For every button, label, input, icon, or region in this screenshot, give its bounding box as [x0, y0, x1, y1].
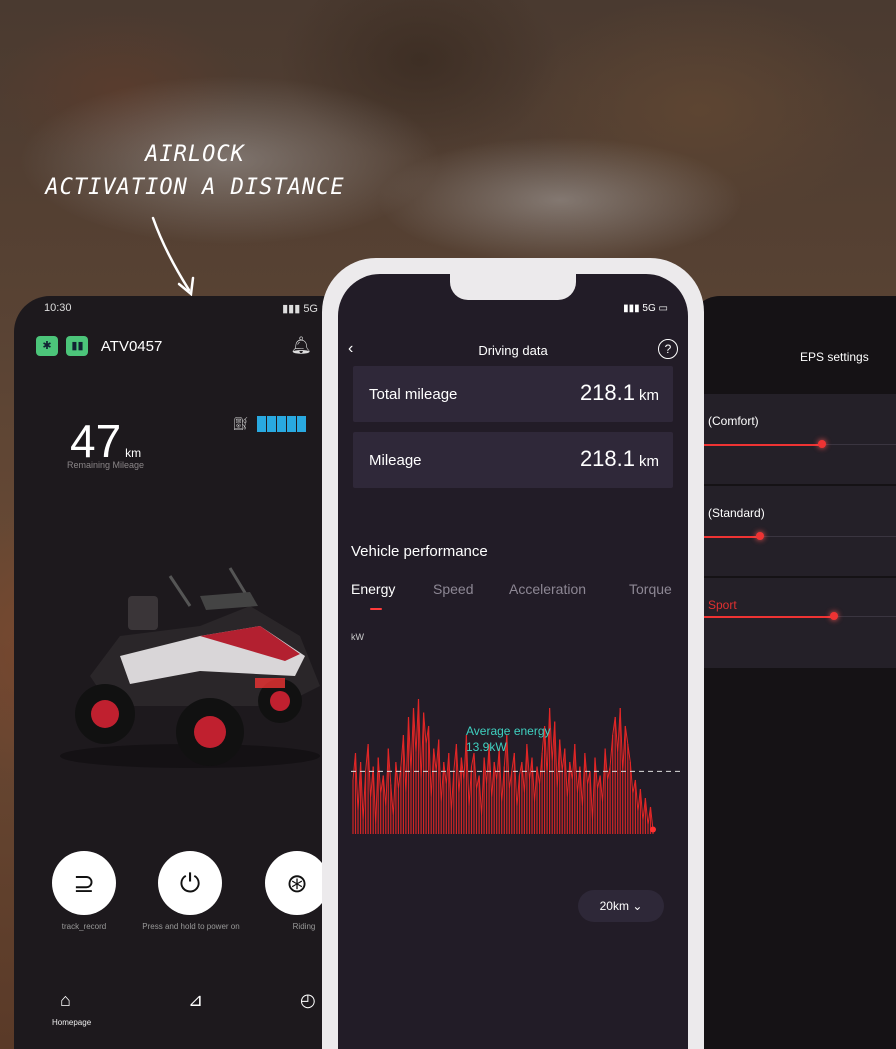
- nav-home-label: Homepage: [52, 1018, 92, 1027]
- average-energy-value: 13.9kW: [466, 740, 507, 754]
- remaining-label: Remaining Mileage: [67, 460, 145, 470]
- average-energy-label: Average energy 13.9kW: [466, 723, 551, 755]
- comfort-slider-handle[interactable]: [818, 440, 827, 448]
- battery-indicator: ⛽︎: [232, 416, 307, 437]
- nav-gauge-button[interactable]: ◴: [300, 990, 316, 1011]
- eps-title: EPS settings: [800, 350, 869, 364]
- home-icon: ⌂: [60, 990, 71, 1010]
- left-phone: 10:30 ▮▮▮ 5G ✱ ▮▮ ATV0457 🔔︎ 47 km Remain…: [14, 296, 328, 1049]
- range-value: 20km: [599, 899, 629, 913]
- gauge-icon: ◴: [300, 990, 316, 1010]
- annotation-line-2: ACTIVATION A DISTANCE: [45, 175, 345, 200]
- steering-icon: ⊛: [286, 868, 308, 898]
- riding-button[interactable]: ⊛: [265, 851, 328, 915]
- power-button[interactable]: ⏻: [158, 851, 222, 915]
- mileage-label: Mileage: [369, 452, 422, 469]
- standard-label: (Standard): [708, 506, 765, 520]
- active-tab-indicator: [370, 608, 382, 610]
- tab-torque[interactable]: Torque: [629, 581, 672, 597]
- annotation-line-1: AIRLOCK: [145, 142, 245, 167]
- total-mileage-label: Total mileage: [369, 386, 458, 403]
- clock: 10:30: [44, 302, 72, 314]
- help-icon[interactable]: ?: [658, 339, 678, 359]
- remaining-unit: km: [125, 446, 142, 460]
- charger-icon: ⛽︎: [232, 416, 249, 431]
- signal-indicator: ▮▮▮ 5G: [282, 303, 318, 315]
- tab-speed[interactable]: Speed: [433, 581, 473, 597]
- comfort-label: (Comfort): [708, 414, 759, 428]
- header: ✱ ▮▮ ATV0457 🔔︎: [36, 336, 318, 360]
- standard-slider-handle[interactable]: [756, 532, 765, 540]
- page-title: Driving data: [478, 343, 548, 358]
- eps-mode-sport[interactable]: Sport: [702, 578, 896, 668]
- status-bar: 10:30 ▮▮▮ 5G: [44, 302, 318, 315]
- tab-acceleration[interactable]: Acceleration: [509, 581, 586, 597]
- total-mileage-value: 218.1 km: [579, 380, 659, 405]
- mileage-card: Mileage 218.1 km: [353, 432, 673, 488]
- tab-energy[interactable]: Energy: [351, 581, 395, 597]
- track-icon: ⊇: [73, 868, 95, 898]
- status-bar: ▮▮▮ 5G ▭: [623, 303, 668, 314]
- nav-navigate-button[interactable]: ⊿: [188, 990, 203, 1011]
- average-energy-title: Average energy: [466, 724, 551, 738]
- nav-home-button[interactable]: ⌂: [60, 990, 71, 1011]
- eps-mode-comfort[interactable]: (Comfort): [702, 394, 896, 484]
- bluetooth-icon[interactable]: ✱: [36, 336, 58, 356]
- riding-label: Riding: [292, 922, 316, 931]
- center-screen: ▮▮▮ 5G ▭ ‹ Driving data ? Total mileage …: [338, 274, 688, 1049]
- range-select[interactable]: 20km ⌄: [578, 890, 664, 922]
- annotation-text: AIRLOCK ACTIVATION A DISTANCE: [20, 138, 370, 204]
- eps-mode-standard[interactable]: (Standard): [702, 486, 896, 576]
- y-axis-unit: kW: [351, 632, 364, 642]
- navigate-icon: ⊿: [188, 990, 204, 1010]
- phone-notch: [450, 274, 576, 300]
- section-title: Vehicle performance: [351, 543, 488, 560]
- sport-label: Sport: [708, 598, 737, 612]
- track-record-label: track_record: [61, 922, 107, 931]
- sport-slider-handle[interactable]: [829, 612, 838, 620]
- chevron-down-icon: ⌄: [632, 899, 643, 913]
- power-label: Press and hold to power on: [142, 922, 240, 931]
- notification-bell-icon[interactable]: 🔔︎: [290, 336, 312, 356]
- total-mileage-card: Total mileage 218.1 km: [353, 366, 673, 422]
- track-record-button[interactable]: ⊇: [52, 851, 116, 915]
- vehicle-id: ATV0457: [100, 337, 163, 355]
- right-phone: EPS settings (Comfort) (Standard) Sport: [690, 296, 896, 1049]
- mileage-value: 218.1 km: [579, 446, 659, 471]
- annotation-arrow-icon: [151, 216, 195, 297]
- cellular-icon[interactable]: ▮▮: [66, 336, 89, 356]
- power-icon: ⏻: [179, 868, 201, 898]
- center-phone: ▮▮▮ 5G ▭ ‹ Driving data ? Total mileage …: [322, 258, 704, 1049]
- atv-image: [60, 567, 320, 768]
- current-point: [650, 826, 656, 833]
